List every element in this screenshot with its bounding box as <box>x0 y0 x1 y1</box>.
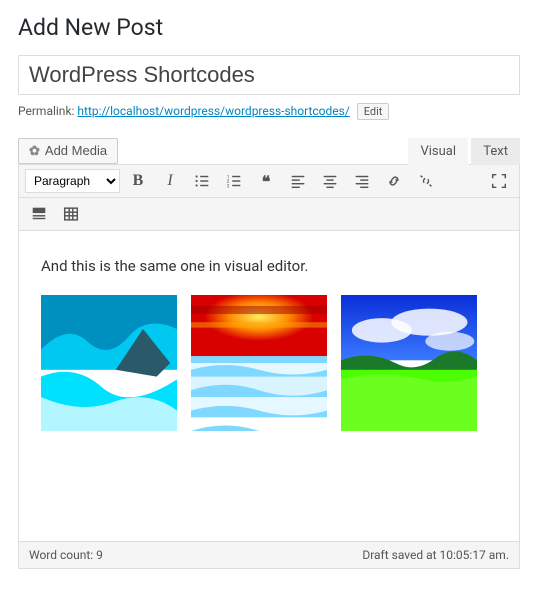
editor-container: Paragraph B I 123 ❝ <box>18 164 520 569</box>
link-button[interactable] <box>380 169 408 193</box>
align-right-button[interactable] <box>348 169 376 193</box>
grid-icon <box>62 205 80 223</box>
fullscreen-button[interactable] <box>485 169 513 193</box>
align-center-icon <box>321 172 339 190</box>
gallery-image-1[interactable] <box>41 295 177 431</box>
align-center-button[interactable] <box>316 169 344 193</box>
bullet-list-icon <box>193 172 211 190</box>
add-media-button[interactable]: ✿ Add Media <box>18 138 118 164</box>
permalink-row: Permalink: http://localhost/wordpress/wo… <box>18 103 520 120</box>
permalink-label: Permalink: <box>18 104 74 118</box>
post-title-input[interactable] <box>18 55 520 95</box>
bold-button[interactable]: B <box>124 169 152 193</box>
align-left-button[interactable] <box>284 169 312 193</box>
page-title: Add New Post <box>18 14 520 41</box>
unlink-button[interactable] <box>412 169 440 193</box>
bullet-list-button[interactable] <box>188 169 216 193</box>
content-paragraph: And this is the same one in visual edito… <box>41 257 497 275</box>
align-right-icon <box>353 172 371 190</box>
gallery-image-3[interactable] <box>341 295 477 431</box>
status-bar: Word count: 9 Draft saved at 10:05:17 am… <box>19 541 519 568</box>
add-media-label: Add Media <box>45 143 107 158</box>
gallery-image-2[interactable] <box>191 295 327 431</box>
toolbar-extra-button-2[interactable] <box>57 202 85 226</box>
gallery <box>41 295 497 431</box>
italic-button[interactable]: I <box>156 169 184 193</box>
block-icon <box>30 205 48 223</box>
editor-content[interactable]: And this is the same one in visual edito… <box>19 231 519 541</box>
fullscreen-icon <box>490 172 508 190</box>
permalink-link[interactable]: http://localhost/wordpress/wordpress-sho… <box>77 104 349 118</box>
toolbar-row2 <box>19 198 519 231</box>
svg-text:3: 3 <box>227 183 230 189</box>
numbered-list-button[interactable]: 123 <box>220 169 248 193</box>
align-left-icon <box>289 172 307 190</box>
camera-music-icon: ✿ <box>29 143 40 159</box>
permalink-edit-button[interactable]: Edit <box>357 103 390 120</box>
toolbar-extra-button-1[interactable] <box>25 202 53 226</box>
word-count: Word count: 9 <box>29 548 103 562</box>
link-icon <box>385 172 403 190</box>
save-status: Draft saved at 10:05:17 am. <box>362 548 509 562</box>
unlink-icon <box>417 172 435 190</box>
tab-visual[interactable]: Visual <box>408 138 468 165</box>
toolbar-row1: Paragraph B I 123 ❝ <box>19 165 519 198</box>
format-dropdown[interactable]: Paragraph <box>25 169 120 193</box>
tab-text[interactable]: Text <box>471 138 520 165</box>
blockquote-button[interactable]: ❝ <box>252 169 280 193</box>
numbered-list-icon: 123 <box>225 172 243 190</box>
